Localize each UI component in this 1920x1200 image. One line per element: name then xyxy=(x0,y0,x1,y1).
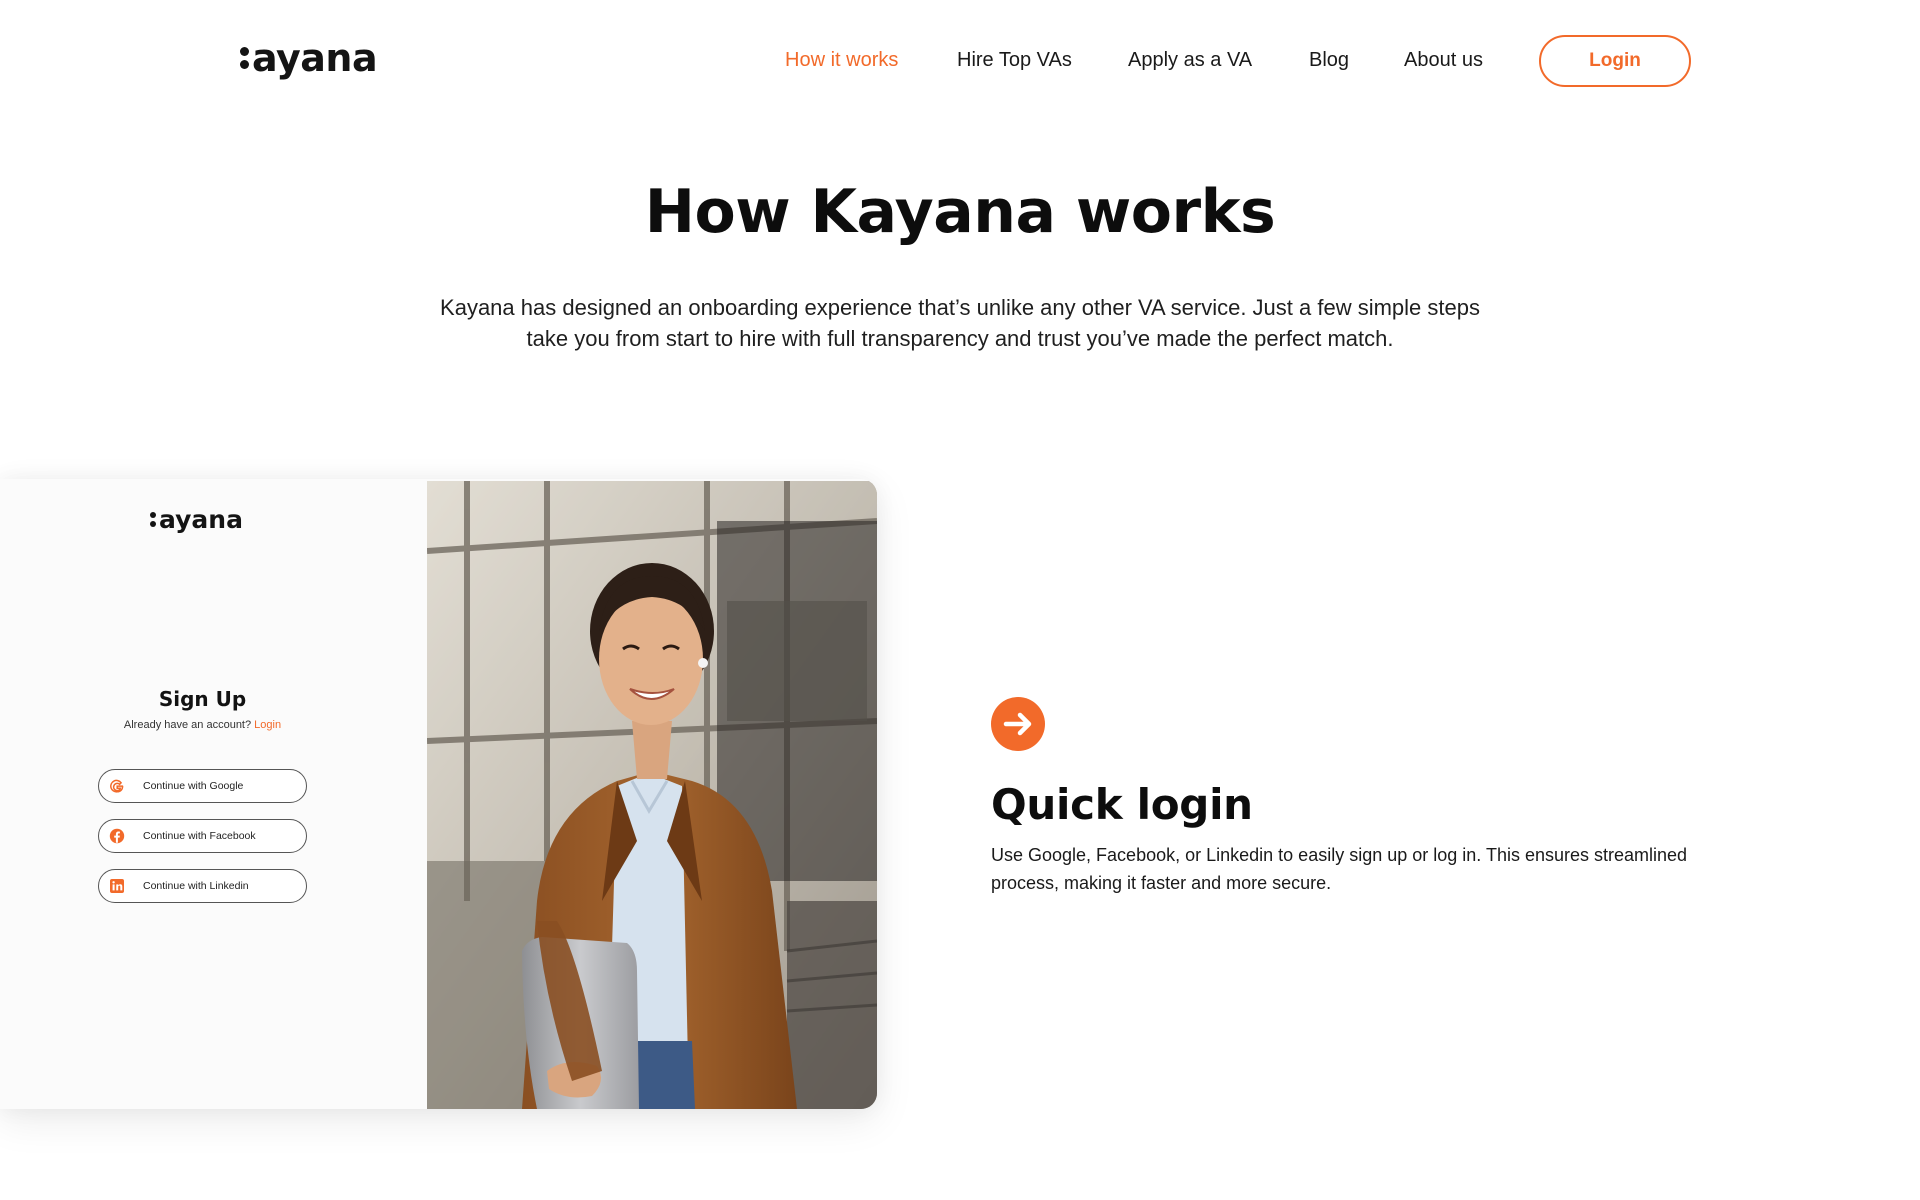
hero-description-line-2: take you from start to hire with full tr… xyxy=(526,326,1394,351)
nav-hire-top-vas[interactable]: Hire Top VAs xyxy=(957,48,1072,72)
nav-how-it-works[interactable]: How it works xyxy=(785,48,898,72)
signup-subtitle: Already have an account? Login xyxy=(0,719,405,731)
continue-with-linkedin-label: Continue with Linkedin xyxy=(143,880,249,892)
nav-blog[interactable]: Blog xyxy=(1309,48,1349,72)
continue-with-google-button[interactable]: Continue with Google xyxy=(98,769,307,803)
mockup-logo-text: ayana xyxy=(159,505,243,534)
feature-description: Use Google, Facebook, or Linkedin to eas… xyxy=(991,841,1751,897)
continue-with-linkedin-button[interactable]: Continue with Linkedin xyxy=(98,869,307,903)
arrow-right-circle-icon xyxy=(991,697,1045,751)
nav-apply-as-va[interactable]: Apply as a VA xyxy=(1128,48,1252,72)
continue-with-google-label: Continue with Google xyxy=(143,780,244,792)
signup-panel: ayana Sign Up Already have an account? L… xyxy=(0,479,427,1109)
login-button[interactable]: Login xyxy=(1539,35,1691,87)
google-icon xyxy=(110,779,124,793)
continue-with-facebook-button[interactable]: Continue with Facebook xyxy=(98,819,307,853)
photo-illustration xyxy=(427,481,877,1109)
page-title: How Kayana works xyxy=(644,177,1276,247)
site-header: ayana How it works Hire Top VAs Apply as… xyxy=(0,0,1920,120)
logo-k-mark-icon xyxy=(240,43,250,73)
signup-prompt: Already have an account? xyxy=(123,719,252,731)
logo-text: ayana xyxy=(252,36,378,80)
facebook-icon xyxy=(109,828,125,844)
feature-title: Quick login xyxy=(991,780,1253,829)
kayana-logo[interactable]: ayana xyxy=(240,36,378,80)
feature-description-line-2: process, making it faster and more secur… xyxy=(991,873,1332,893)
linkedin-icon xyxy=(110,879,124,893)
mockup-logo-k-mark-icon xyxy=(150,509,157,529)
feature-description-line-1: Use Google, Facebook, or Linkedin to eas… xyxy=(991,845,1688,865)
nav-about-us[interactable]: About us xyxy=(1404,48,1483,72)
signup-mockup-card: ayana Sign Up Already have an account? L… xyxy=(0,479,877,1109)
mockup-kayana-logo: ayana xyxy=(150,503,243,537)
signup-login-link[interactable]: Login xyxy=(254,719,281,731)
continue-with-facebook-label: Continue with Facebook xyxy=(143,830,256,842)
hero-description: Kayana has designed an onboarding experi… xyxy=(410,292,1510,354)
woman-with-laptop-photo xyxy=(427,481,877,1109)
hero-description-line-1: Kayana has designed an onboarding experi… xyxy=(440,295,1480,320)
signup-title: Sign Up xyxy=(158,687,247,711)
